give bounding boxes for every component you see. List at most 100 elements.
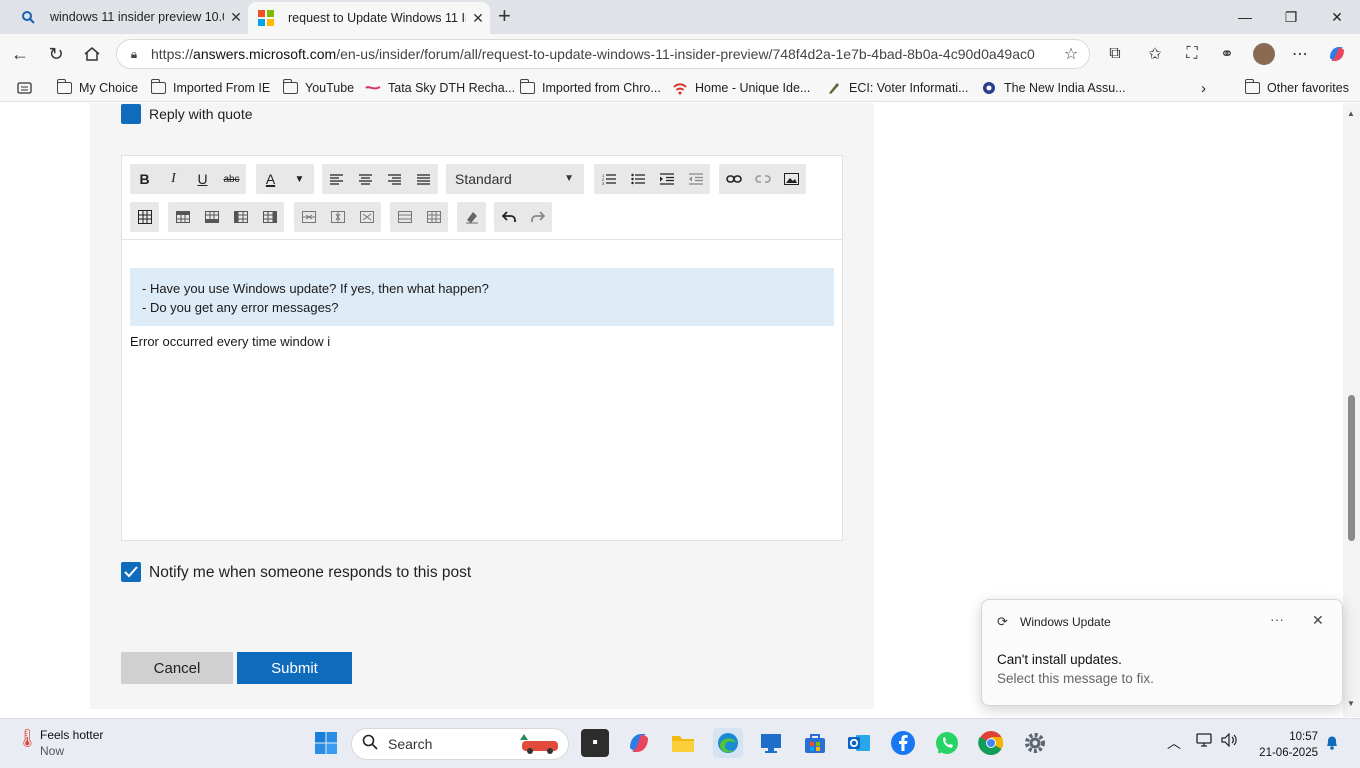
copilot-icon[interactable]: [1325, 42, 1349, 66]
restore-button[interactable]: ❐: [1268, 0, 1314, 34]
favorites-icon[interactable]: ✩: [1143, 42, 1167, 66]
chevron-down-icon: ▼: [564, 173, 574, 184]
tab-search-results[interactable]: windows 11 insider preview 10.0.2 ✕: [8, 0, 248, 34]
collections-icon[interactable]: ⚭: [1215, 42, 1239, 66]
clear-formatting-icon[interactable]: [457, 202, 486, 232]
screenshot-icon[interactable]: ⛶: [1180, 42, 1204, 66]
align-center-icon[interactable]: [351, 164, 380, 194]
chrome-icon[interactable]: [977, 729, 1005, 757]
favorites-menu-icon[interactable]: [16, 79, 39, 97]
numbered-list-icon[interactable]: 123: [594, 164, 623, 194]
close-icon[interactable]: ✕: [1312, 612, 1324, 629]
chevron-right-icon[interactable]: ›: [1201, 79, 1206, 97]
whatsapp-icon[interactable]: [933, 729, 961, 757]
copilot-taskbar-icon[interactable]: [625, 729, 653, 757]
tab-close-icon[interactable]: ✕: [224, 9, 248, 26]
indent-icon[interactable]: [652, 164, 681, 194]
image-icon[interactable]: [777, 164, 806, 194]
address-bar[interactable]: 🔒︎ https://answers.microsoft.com/en-us/i…: [116, 39, 1090, 69]
bold-button[interactable]: B: [130, 164, 159, 194]
windows-update-notification[interactable]: ⟳ Windows Update ··· ✕ Can't install upd…: [981, 599, 1343, 706]
task-view-icon[interactable]: ▪: [581, 729, 609, 757]
scroll-up-icon[interactable]: ▲: [1347, 109, 1355, 118]
outdent-icon[interactable]: [681, 164, 710, 194]
file-explorer-icon[interactable]: [669, 729, 697, 757]
favorite-eci-voter[interactable]: ECI: Voter Informati...: [826, 79, 969, 97]
notify-checkbox[interactable]: [121, 562, 141, 582]
font-style-select[interactable]: Standard ▼: [446, 164, 584, 194]
close-window-button[interactable]: ✕: [1314, 0, 1360, 34]
new-tab-button[interactable]: +: [498, 5, 511, 27]
minimize-button[interactable]: —: [1222, 0, 1268, 34]
volume-icon[interactable]: [1221, 732, 1239, 750]
tab-close-icon[interactable]: ✕: [466, 10, 490, 27]
favorite-star-icon[interactable]: ☆: [1053, 44, 1089, 64]
align-left-icon[interactable]: [322, 164, 351, 194]
favorite-new-india[interactable]: The New India Assu...: [981, 79, 1126, 97]
favorite-imported-from-ie[interactable]: Imported From IE: [150, 79, 270, 97]
store-like-icon[interactable]: [757, 729, 785, 757]
home-button[interactable]: [78, 40, 106, 68]
link-icon[interactable]: [719, 164, 748, 194]
network-icon[interactable]: [1196, 733, 1214, 750]
insert-column-right-icon[interactable]: [255, 202, 284, 232]
merge-cells-icon[interactable]: [390, 202, 419, 232]
notification-bell-icon[interactable]: [1325, 735, 1339, 755]
tab-active-page[interactable]: request to Update Windows 11 In ✕: [248, 2, 490, 34]
reply-with-quote-checkbox[interactable]: [121, 104, 141, 124]
insert-row-above-icon[interactable]: [168, 202, 197, 232]
microsoft-store-icon[interactable]: [801, 729, 829, 757]
redo-icon[interactable]: [523, 202, 552, 232]
font-color-button[interactable]: A: [256, 164, 285, 194]
settings-icon[interactable]: [1021, 729, 1049, 757]
font-color-dropdown-icon[interactable]: ▼: [285, 164, 314, 194]
delete-table-icon[interactable]: [352, 202, 381, 232]
rich-text-editor: B I U abc A ▼ Standard ▼ 123 - Have you …: [121, 155, 843, 541]
facebook-icon[interactable]: [889, 729, 917, 757]
undo-icon[interactable]: [494, 202, 523, 232]
page-scrollbar[interactable]: ▲ ▼: [1343, 103, 1360, 717]
reply-body-text[interactable]: Error occurred every time window i: [130, 334, 330, 349]
other-favorites[interactable]: Other favorites: [1244, 79, 1349, 97]
edge-icon[interactable]: [713, 728, 743, 758]
favorite-imported-from-chrome[interactable]: Imported from Chro...: [519, 79, 661, 97]
align-justify-icon[interactable]: [409, 164, 438, 194]
insert-row-below-icon[interactable]: [197, 202, 226, 232]
table-properties-icon[interactable]: [419, 202, 448, 232]
weather-widget[interactable]: 🌡︎ Feels hotter Now: [16, 728, 103, 758]
favorite-home-unique[interactable]: Home - Unique Ide...: [672, 79, 810, 97]
align-right-icon[interactable]: [380, 164, 409, 194]
scrollbar-thumb[interactable]: [1348, 395, 1355, 541]
unlink-icon[interactable]: [748, 164, 777, 194]
submit-button[interactable]: Submit: [237, 652, 352, 684]
scroll-down-icon[interactable]: ▼: [1347, 699, 1355, 708]
cancel-button[interactable]: Cancel: [121, 652, 233, 684]
italic-button[interactable]: I: [159, 164, 188, 194]
back-button[interactable]: ←: [6, 40, 34, 68]
more-menu-icon[interactable]: ⋯: [1288, 42, 1312, 66]
insert-table-icon[interactable]: [130, 202, 159, 232]
favorites-bar: My Choice Imported From IE YouTube Tata …: [0, 74, 1360, 102]
extensions-icon[interactable]: ⧉: [1103, 42, 1127, 66]
more-options-icon[interactable]: ···: [1270, 611, 1284, 627]
favorite-youtube[interactable]: YouTube: [282, 79, 354, 97]
favorite-tata-sky[interactable]: Tata Sky DTH Recha...: [365, 79, 515, 97]
delete-column-icon[interactable]: [323, 202, 352, 232]
start-button[interactable]: [312, 729, 340, 757]
underline-button[interactable]: U: [188, 164, 217, 194]
system-clock[interactable]: 10:57 21-06-2025: [1259, 729, 1318, 761]
chevron-up-icon[interactable]: ︿: [1167, 733, 1181, 753]
refresh-button[interactable]: ↻: [42, 40, 70, 68]
taskbar: 🌡︎ Feels hotter Now Search ▪ ︿ 10:57 21-…: [0, 718, 1360, 768]
svg-text:3: 3: [602, 181, 605, 185]
strikethrough-button[interactable]: abc: [217, 164, 246, 194]
delete-row-icon[interactable]: [294, 202, 323, 232]
bullet-list-icon[interactable]: [623, 164, 652, 194]
outlook-icon[interactable]: [845, 729, 873, 757]
taskbar-search[interactable]: Search: [351, 728, 569, 760]
search-icon: [362, 734, 378, 755]
profile-avatar[interactable]: [1252, 42, 1276, 66]
lock-icon[interactable]: 🔒︎: [117, 47, 151, 62]
insert-column-left-icon[interactable]: [226, 202, 255, 232]
favorite-my-choice[interactable]: My Choice: [56, 79, 138, 97]
